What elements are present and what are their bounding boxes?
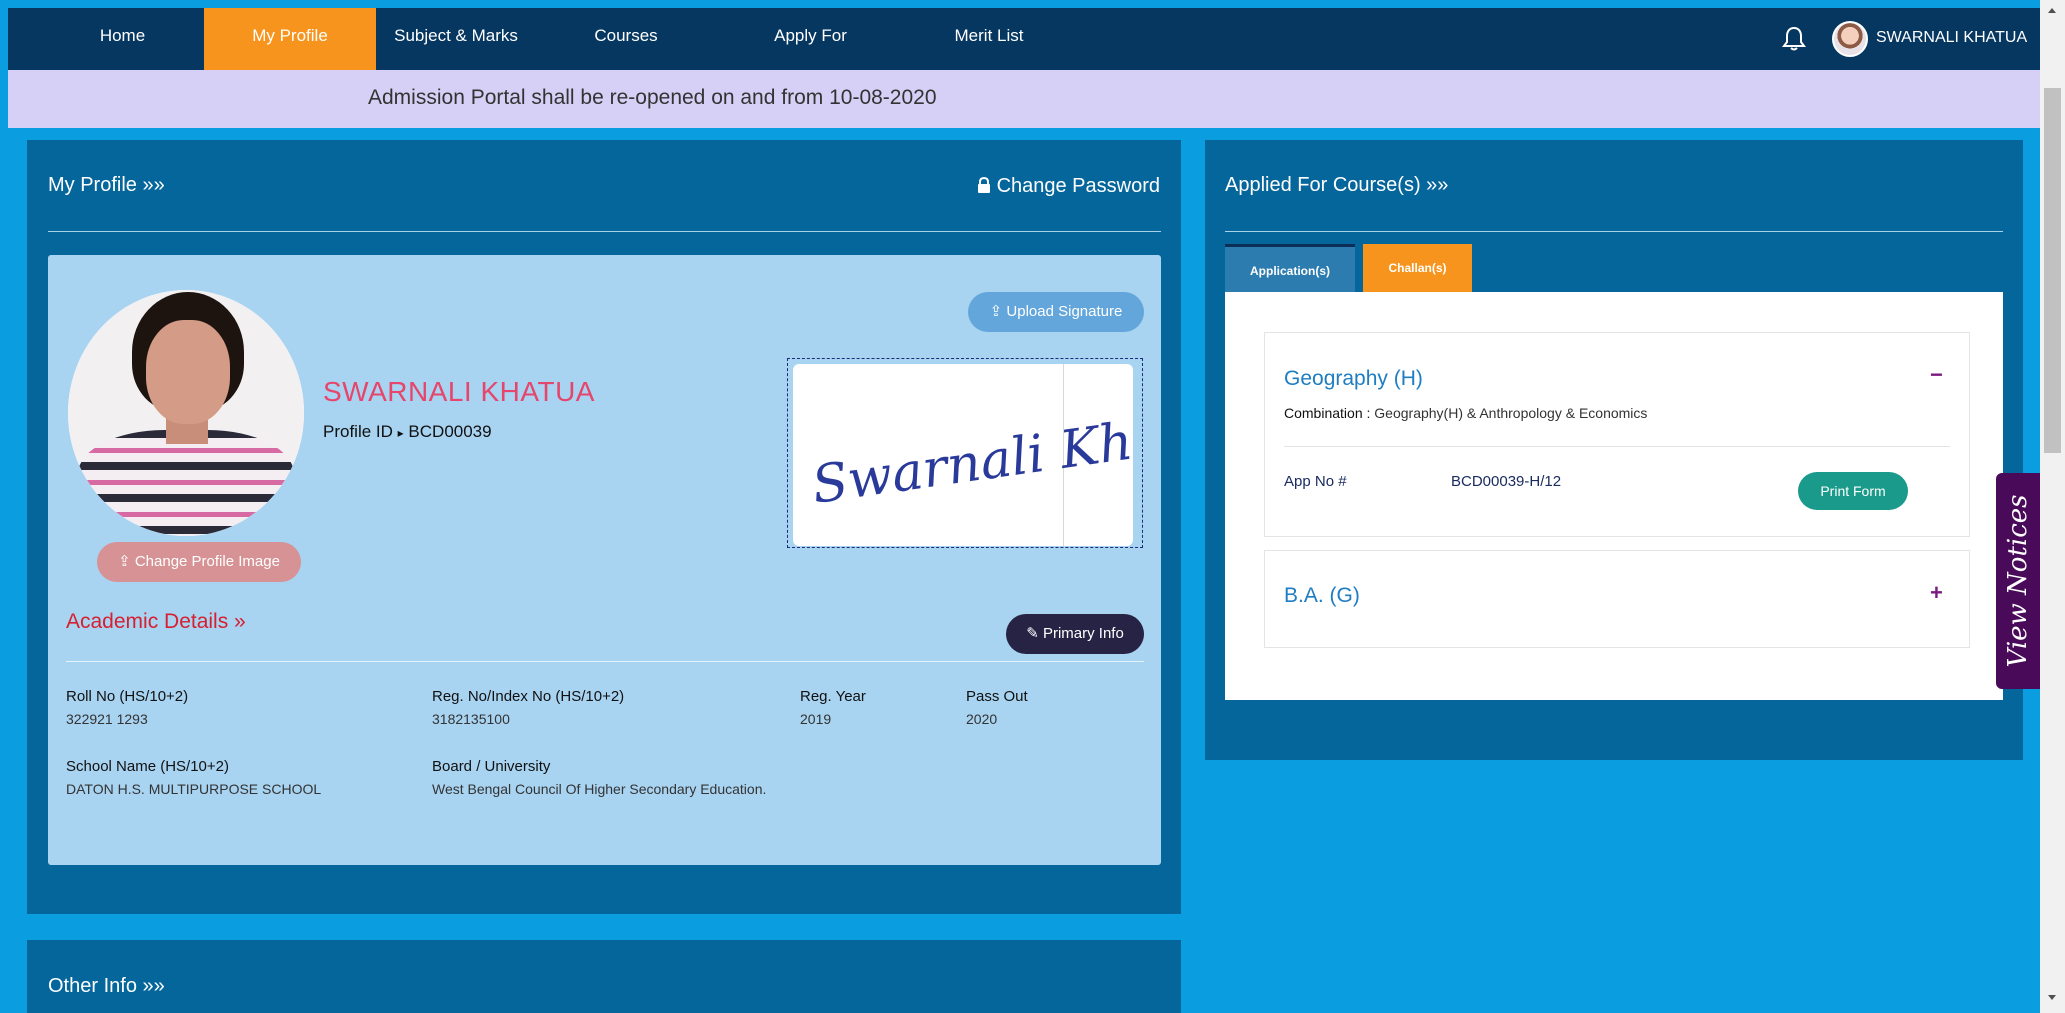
roll-no-value: 322921 1293 (66, 711, 148, 727)
divider (48, 231, 1161, 232)
combination-text: Combination : Geography(H) & Anthropolog… (1284, 405, 1647, 421)
reg-no-label: Reg. No/Index No (HS/10+2) (432, 688, 625, 705)
divider (66, 661, 1144, 662)
signature-image: Swarnali Khatua (793, 364, 1133, 546)
print-form-button[interactable]: Print Form (1798, 472, 1908, 510)
course-title[interactable]: Geography (H) (1284, 367, 1423, 391)
profile-id: Profile ID ▸ BCD00039 (323, 422, 492, 442)
scroll-down-arrow-icon[interactable] (2048, 995, 2056, 1000)
reg-no-value: 3182135100 (432, 711, 510, 727)
pass-out-value: 2020 (966, 711, 998, 727)
notice-banner: Admission Portal shall be re-opened on a… (8, 70, 2040, 128)
panel-title-my-profile: My Profile »» (48, 174, 165, 196)
roll-no-label: Roll No (HS/10+2) (66, 688, 189, 705)
nav-merit-list[interactable]: Merit List (924, 8, 1054, 70)
academic-details-title: Academic Details » (66, 610, 246, 633)
collapse-toggle[interactable]: − (1930, 362, 1943, 388)
course-card (1264, 550, 1970, 648)
change-profile-image-button[interactable]: ⇪ Change Profile Image (97, 542, 301, 582)
lock-icon (978, 176, 990, 193)
upload-signature-button[interactable]: ⇪ Upload Signature (968, 292, 1144, 332)
app-no-value: BCD00039-H/12 (1451, 473, 1562, 490)
vertical-scrollbar[interactable] (2040, 0, 2065, 1013)
upload-signature-label: Upload Signature (1006, 303, 1123, 320)
scroll-thumb[interactable] (2044, 88, 2061, 453)
top-navigation-bar: Home My Profile Subject & Marks Courses … (8, 8, 2040, 101)
panel-title-applied-courses: Applied For Course(s) »» (1225, 174, 1449, 196)
board-label: Board / University (432, 758, 551, 775)
divider (1225, 231, 2003, 232)
nav-home[interactable]: Home (56, 8, 189, 70)
nav-courses[interactable]: Courses (570, 8, 682, 70)
view-notices-tab[interactable]: View Notices (1996, 473, 2040, 689)
bell-icon[interactable] (1781, 23, 1807, 53)
view-notices-label: View Notices (2003, 494, 2033, 668)
upload-icon: ⇪ (989, 303, 1003, 320)
primary-info-button[interactable]: ✎ Primary Info (1006, 614, 1144, 654)
board-value: West Bengal Council Of Higher Secondary … (432, 781, 767, 797)
profile-photo (68, 290, 304, 536)
notice-text: Admission Portal shall be re-opened on a… (368, 86, 937, 109)
change-profile-image-label: Change Profile Image (134, 553, 280, 570)
change-password-link[interactable]: Change Password (977, 175, 1160, 198)
user-menu[interactable]: SWARNALI KHATUA (1876, 8, 2040, 101)
user-avatar[interactable] (1832, 21, 1868, 57)
upload-icon: ⇪ (118, 553, 131, 570)
combination-label: Combination : (1284, 405, 1371, 421)
other-info-panel (27, 940, 1181, 1013)
change-password-label: Change Password (996, 175, 1160, 197)
reg-year-value: 2019 (800, 711, 832, 727)
tab-applications[interactable]: Application(s) (1225, 244, 1355, 292)
reg-year-label: Reg. Year (800, 688, 866, 705)
divider (1284, 446, 1950, 447)
combination-value: Geography(H) & Anthropology & Economics (1374, 405, 1648, 421)
user-name-label: SWARNALI KHATUA (1876, 29, 2028, 46)
app-no-label: App No # (1284, 473, 1347, 490)
primary-info-label: Primary Info (1042, 625, 1124, 642)
profile-id-value: BCD00039 (408, 422, 492, 441)
nav-subject-marks[interactable]: Subject & Marks (376, 8, 536, 70)
course-title[interactable]: B.A. (G) (1284, 584, 1360, 608)
school-name-value: DATON H.S. MULTIPURPOSE SCHOOL (66, 781, 322, 797)
profile-id-label: Profile ID (323, 422, 393, 441)
caret-right-icon: ▸ (397, 426, 404, 440)
pencil-icon: ✎ (1026, 625, 1039, 642)
school-name-label: School Name (HS/10+2) (66, 758, 229, 775)
student-name: SWARNALI KHATUA (323, 376, 595, 407)
svg-text:Swarnali Khatua: Swarnali Khatua (808, 395, 1133, 516)
expand-toggle[interactable]: + (1930, 580, 1943, 606)
panel-title-other-info: Other Info »» (48, 975, 165, 997)
tab-challans[interactable]: Challan(s) (1363, 244, 1472, 292)
nav-my-profile[interactable]: My Profile (204, 8, 376, 70)
nav-apply-for[interactable]: Apply For (748, 8, 873, 70)
pass-out-label: Pass Out (966, 688, 1028, 705)
scroll-up-arrow-icon[interactable] (2048, 8, 2056, 13)
